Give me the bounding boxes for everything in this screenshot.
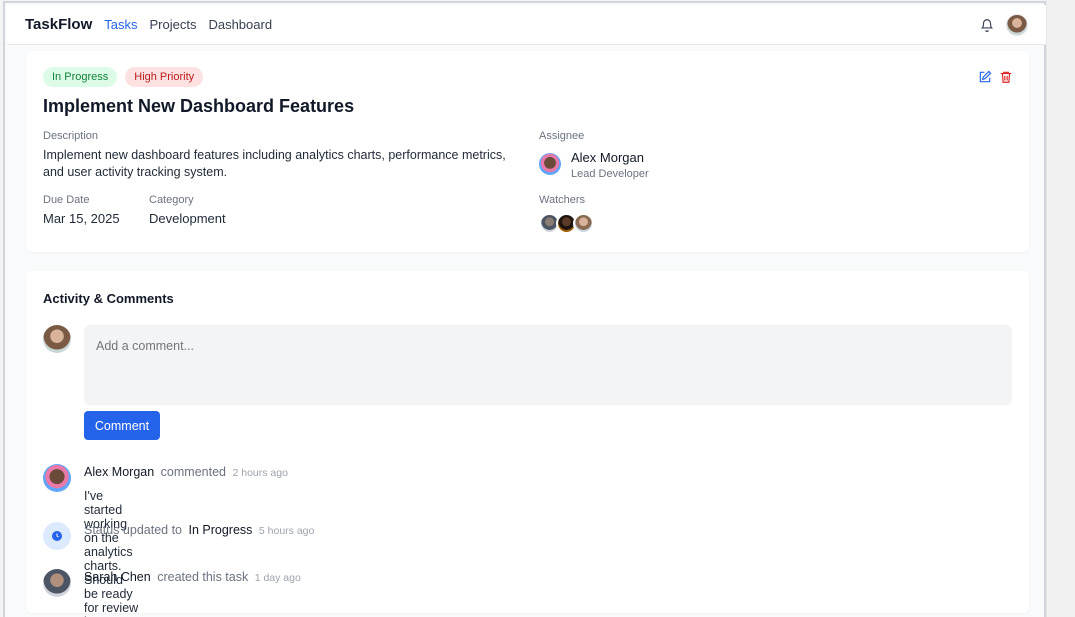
activity-author[interactable]: Sarah Chen: [84, 570, 151, 584]
badge-group: In Progress High Priority: [43, 67, 204, 87]
watchers-label: Watchers: [539, 194, 586, 206]
avatar[interactable]: [43, 464, 71, 492]
task-title: Implement New Dashboard Features: [43, 96, 355, 116]
activity-card: Activity & Comments Comment Alex Morgan …: [26, 271, 1029, 617]
avatar[interactable]: [43, 569, 71, 597]
top-navbar: TaskFlow Tasks Projects Dashboard: [7, 5, 1046, 45]
bell-icon[interactable]: [980, 18, 994, 32]
page-scrollbar[interactable]: [1046, 0, 1075, 617]
comment-input[interactable]: [84, 325, 1012, 405]
status-update-prefix: Status updated to: [84, 523, 182, 537]
trash-icon[interactable]: [999, 70, 1013, 84]
comment-button[interactable]: Comment: [84, 411, 160, 440]
activity-time: 2 hours ago: [232, 467, 288, 479]
nav-link-projects[interactable]: Projects: [149, 17, 196, 32]
priority-badge: High Priority: [125, 67, 204, 87]
watcher-avatar[interactable]: [573, 213, 594, 234]
activity-author[interactable]: Alex Morgan: [84, 465, 154, 479]
category-value: Development: [149, 211, 226, 226]
comment-text: I've started working on the analytics ch…: [84, 489, 139, 617]
user-avatar[interactable]: [1006, 13, 1028, 36]
activity-time: 5 hours ago: [258, 525, 315, 537]
task-detail-card: In Progress High Priority Implement New …: [26, 51, 1029, 252]
status-update-value: In Progress: [188, 523, 253, 537]
assignee-avatar[interactable]: [539, 153, 561, 175]
activity-time: 1 day ago: [254, 572, 301, 584]
clock-icon: [43, 522, 71, 550]
task-description: Implement new dashboard features includi…: [43, 148, 506, 179]
due-date-label: Due Date: [43, 194, 90, 206]
current-user-avatar: [43, 325, 71, 353]
task-actions: [978, 70, 1013, 84]
nav-link-tasks[interactable]: Tasks: [104, 17, 137, 32]
nav-link-dashboard[interactable]: Dashboard: [208, 17, 272, 32]
assignee-label: Assignee: [539, 130, 585, 142]
edit-icon[interactable]: [978, 70, 992, 84]
nav-right-group: [980, 13, 1028, 36]
activity-header: Sarah Chen created this task 1 day ago: [84, 570, 301, 584]
assignee-role: Lead Developer: [571, 168, 649, 180]
category-label: Category: [149, 194, 194, 206]
activity-verb: created this task: [157, 570, 249, 584]
status-badge: In Progress: [43, 67, 118, 87]
app-window: TaskFlow Tasks Projects Dashboard In Pro…: [3, 1, 1046, 617]
assignee-name[interactable]: Alex Morgan: [571, 150, 644, 165]
description-label: Description: [43, 130, 99, 142]
watchers-list: [539, 213, 594, 234]
activity-header: Alex Morgan commented 2 hours ago: [84, 465, 288, 479]
brand-logo[interactable]: TaskFlow: [25, 16, 92, 33]
activity-verb: commented: [160, 465, 226, 479]
due-date-value: Mar 15, 2025: [43, 211, 120, 226]
activity-title: Activity & Comments: [43, 291, 174, 306]
activity-header: Status updated to In Progress 5 hours ag…: [84, 523, 314, 537]
